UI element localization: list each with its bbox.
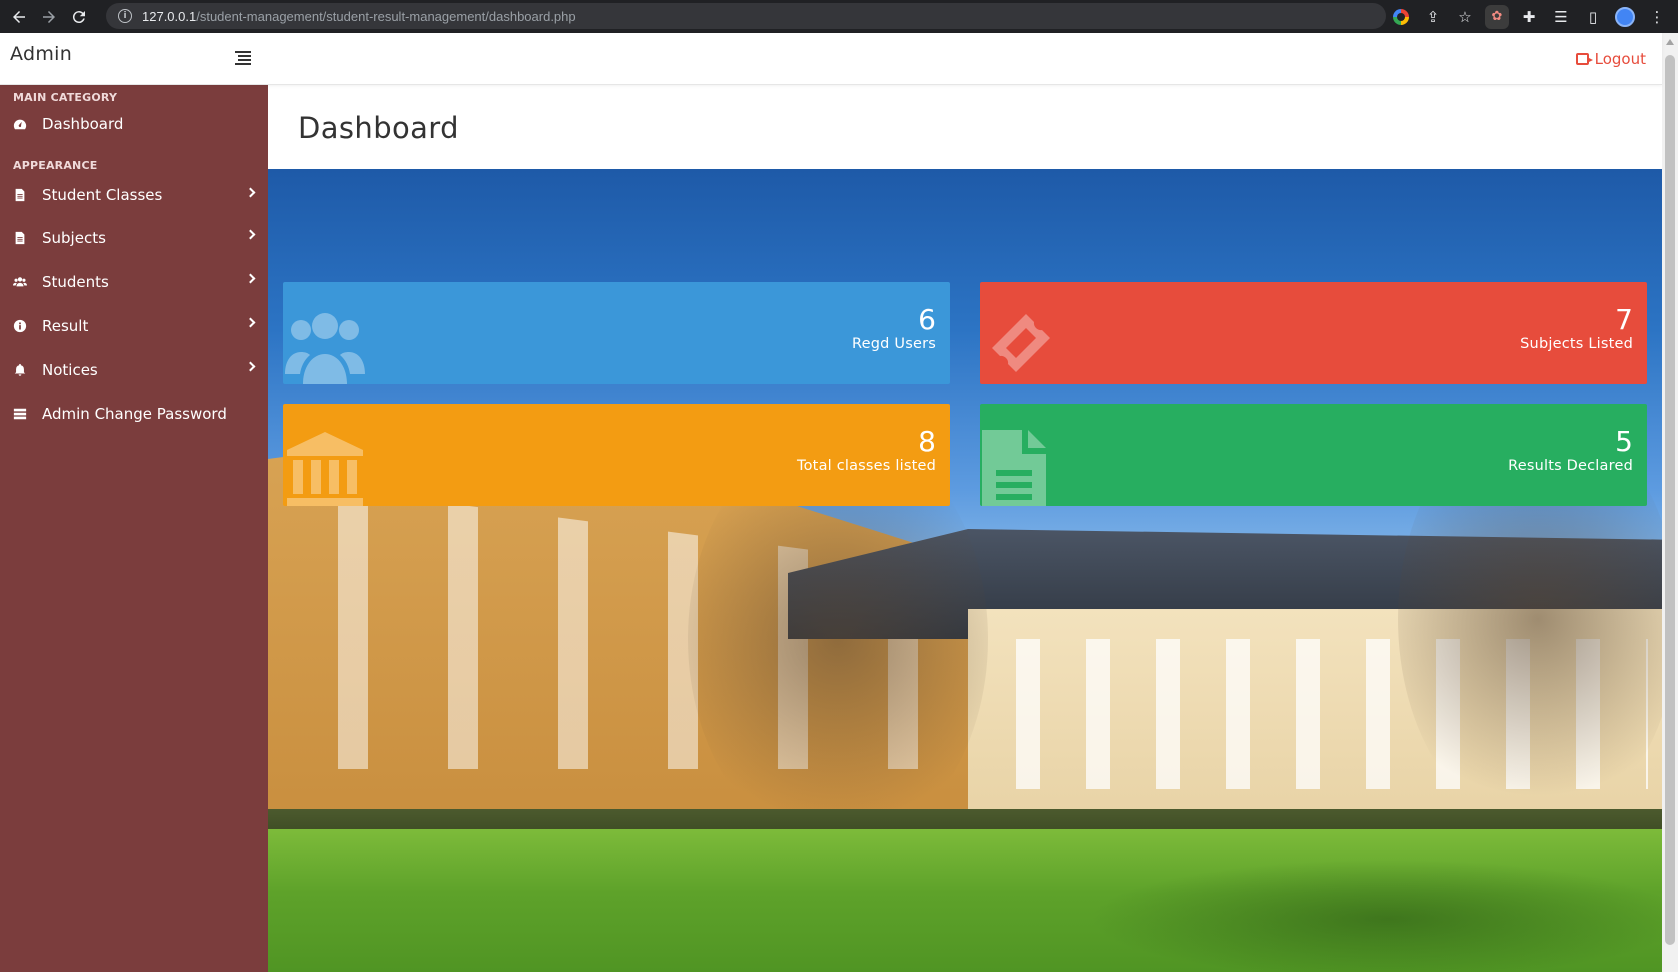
total-classes-label: Total classes listed <box>797 458 936 474</box>
main-content: Dashboard 6 Regd Users 7 Subjects Listed <box>268 86 1662 972</box>
campus-background-image: 6 Regd Users 7 Subjects Listed 8 Total c… <box>268 169 1662 972</box>
subjects-listed-label: Subjects Listed <box>1520 336 1633 352</box>
sidebar-item-notices[interactable]: Notices <box>0 348 268 392</box>
total-classes-count: 8 <box>918 425 936 458</box>
chevron-right-icon <box>245 273 256 284</box>
brand-logo[interactable]: Admin <box>10 43 72 65</box>
sidebar-item-students[interactable]: Students <box>0 260 268 304</box>
browser-toolbar: i 127.0.0.1/student-management/student-r… <box>0 0 1678 33</box>
address-bar[interactable]: i 127.0.0.1/student-management/student-r… <box>106 3 1386 29</box>
google-icon <box>1393 8 1409 25</box>
star-icon: ☆ <box>1458 7 1472 26</box>
lawn-shadow-shape <box>1088 859 1662 972</box>
url-host: 127.0.0.1 <box>142 8 197 24</box>
bookmark-button[interactable]: ☆ <box>1452 4 1478 30</box>
browser-menu-button[interactable]: ⋮ <box>1644 4 1670 30</box>
arrow-left-icon <box>13 10 25 23</box>
cookie-icon: ✿ <box>1485 4 1509 29</box>
sidebar-item-admin-change-password[interactable]: Admin Change Password <box>0 392 268 436</box>
info-icon <box>13 319 27 333</box>
reload-button[interactable] <box>64 2 94 32</box>
page-scrollbar[interactable] <box>1662 33 1678 972</box>
results-declared-count: 5 <box>1615 425 1633 458</box>
browser-actions: ⇪ ☆ ✿ ✚ ☰ ▯ ⋮ <box>1388 0 1670 33</box>
reload-icon <box>72 10 85 23</box>
forward-button[interactable] <box>34 2 64 32</box>
bank-icon <box>285 428 365 506</box>
stat-card-results-declared[interactable]: 5 Results Declared <box>980 404 1647 506</box>
arrow-right-icon <box>43 10 55 23</box>
sidebar-item-student-classes[interactable]: Student Classes <box>0 174 268 216</box>
page-title: Dashboard <box>298 111 459 145</box>
reading-list-button[interactable]: ☰ <box>1548 4 1574 30</box>
bell-icon <box>13 363 27 377</box>
chevron-right-icon <box>245 361 256 372</box>
avatar <box>1615 6 1635 27</box>
url-path: /student-management/student-result-manag… <box>196 8 576 24</box>
toggle-bar-icon <box>238 59 251 61</box>
share-button[interactable]: ⇪ <box>1420 4 1446 30</box>
logout-link[interactable]: Logout <box>1575 50 1646 68</box>
puzzle-icon: ✚ <box>1522 7 1536 26</box>
file-icon <box>13 231 27 245</box>
chevron-right-icon <box>245 317 256 328</box>
sidebar-item-label: Admin Change Password <box>42 405 227 423</box>
sidebar-heading-main: MAIN CATEGORY <box>13 91 118 104</box>
results-declared-label: Results Declared <box>1508 458 1633 474</box>
back-button[interactable] <box>4 2 34 32</box>
extension-cookie-button[interactable]: ✿ <box>1484 4 1510 30</box>
file-text-icon <box>982 430 1052 506</box>
side-panel-button[interactable]: ▯ <box>1580 4 1606 30</box>
server-icon <box>13 407 27 421</box>
google-lens-button[interactable] <box>1388 4 1414 30</box>
file-icon <box>13 188 27 202</box>
top-header: Admin Logout <box>0 33 1662 85</box>
ticket-icon <box>982 300 1062 380</box>
users-icon <box>285 304 365 384</box>
scrollbar-thumb[interactable] <box>1665 55 1675 945</box>
site-info-icon[interactable]: i <box>118 9 132 23</box>
profile-button[interactable] <box>1612 4 1638 30</box>
sidebar-item-label: Dashboard <box>42 115 124 133</box>
sign-out-icon <box>1575 53 1593 65</box>
url-text: 127.0.0.1/student-management/student-res… <box>142 9 576 24</box>
sidebar-item-label: Result <box>42 317 89 335</box>
scroll-up-arrow-icon[interactable] <box>1666 39 1674 45</box>
subjects-listed-count: 7 <box>1615 303 1633 336</box>
toggle-bar-icon <box>238 55 251 57</box>
stat-card-subjects-listed[interactable]: 7 Subjects Listed <box>980 282 1647 384</box>
sidebar-item-result[interactable]: Result <box>0 304 268 348</box>
toggle-bar-icon <box>235 51 251 53</box>
chevron-right-icon <box>245 229 256 240</box>
sidebar-item-label: Notices <box>42 361 98 379</box>
sidebar-item-dashboard[interactable]: Dashboard <box>0 104 268 144</box>
sidebar: MAIN CATEGORY Dashboard APPEARANCE Stude… <box>0 85 268 972</box>
list-icon: ☰ <box>1554 7 1568 26</box>
chevron-right-icon <box>245 187 256 198</box>
toggle-bar-icon <box>235 63 251 65</box>
dashboard-icon <box>13 117 27 131</box>
kebab-icon: ⋮ <box>1649 7 1665 26</box>
logout-label: Logout <box>1594 50 1646 68</box>
regd-users-count: 6 <box>918 303 936 336</box>
sidebar-item-subjects[interactable]: Subjects <box>0 216 268 260</box>
extensions-button[interactable]: ✚ <box>1516 4 1542 30</box>
sidebar-toggle-button[interactable] <box>235 51 251 65</box>
sidebar-item-label: Students <box>42 273 109 291</box>
sidebar-heading-appearance: APPEARANCE <box>13 159 98 172</box>
page-header: Dashboard <box>268 86 1662 169</box>
share-icon: ⇪ <box>1426 7 1440 26</box>
sidebar-item-label: Subjects <box>42 229 106 247</box>
side-panel-icon: ▯ <box>1588 7 1598 26</box>
users-icon <box>13 275 27 289</box>
stat-card-regd-users[interactable]: 6 Regd Users <box>283 282 950 384</box>
stat-card-total-classes[interactable]: 8 Total classes listed <box>283 404 950 506</box>
sidebar-item-label: Student Classes <box>42 186 163 204</box>
regd-users-label: Regd Users <box>852 336 936 352</box>
